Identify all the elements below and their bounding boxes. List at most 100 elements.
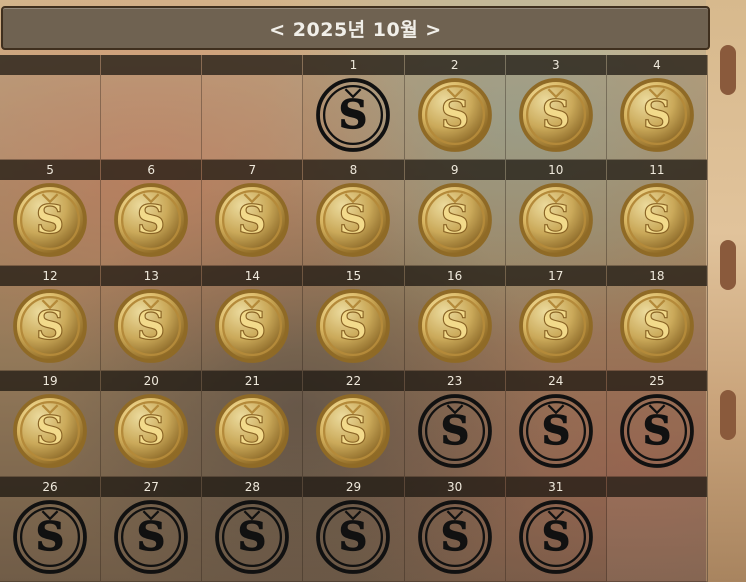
day-number: 26 — [0, 476, 101, 497]
calendar-day-cell[interactable]: 6 S — [101, 160, 203, 266]
calendar-day-cell[interactable]: 14 S — [202, 265, 304, 372]
day-number: 5 — [0, 160, 101, 181]
s-coin-icon: S — [417, 78, 492, 152]
month-header[interactable]: < 2025년 10월 > — [1, 6, 710, 50]
day-number: 3 — [505, 55, 606, 75]
s-coin-icon: S — [215, 499, 290, 574]
day-number: 6 — [101, 160, 202, 181]
day-number: 25 — [606, 371, 707, 392]
day-number: 18 — [606, 265, 707, 286]
calendar-day-cell[interactable]: 30 S — [404, 476, 506, 582]
svg-text:S: S — [541, 408, 570, 454]
svg-text:S: S — [440, 408, 469, 454]
s-coin-icon: S — [215, 288, 290, 363]
calendar-day-cell[interactable]: 13 S — [101, 265, 203, 372]
svg-text:S: S — [440, 197, 469, 243]
day-number — [606, 476, 707, 497]
day-number: 11 — [606, 160, 707, 181]
calendar-day-cell[interactable]: 29 S — [303, 476, 405, 582]
attendance-coin: S — [214, 182, 290, 258]
calendar-day-cell[interactable]: 19 S — [0, 371, 102, 477]
attendance-coin: S — [315, 77, 391, 153]
day-number: 16 — [404, 265, 505, 286]
s-coin-icon: S — [518, 78, 593, 152]
day-number: 27 — [101, 476, 202, 497]
svg-text:S: S — [137, 514, 166, 560]
svg-text:S: S — [137, 303, 166, 349]
calendar-day-cell[interactable]: 22 S — [303, 371, 405, 477]
calendar-day-cell[interactable]: 11 S — [606, 160, 708, 266]
attendance-coin: S — [417, 288, 493, 364]
attendance-coin: S — [12, 288, 88, 364]
calendar-day-cell[interactable]: 17 S — [505, 265, 607, 372]
calendar-day-cell[interactable]: 31 S — [505, 476, 607, 582]
svg-text:S: S — [36, 514, 65, 560]
attendance-coin: S — [417, 77, 493, 153]
calendar-day-cell — [101, 55, 203, 161]
svg-text:S: S — [541, 303, 570, 349]
calendar-day-cell[interactable]: 28 S — [202, 476, 304, 582]
attendance-coin: S — [113, 182, 189, 258]
attendance-coin: S — [518, 77, 594, 153]
attendance-coin: S — [315, 288, 391, 364]
day-number: 7 — [202, 160, 303, 181]
svg-text:S: S — [541, 514, 570, 560]
calendar-day-cell[interactable]: 18 S — [606, 265, 708, 372]
calendar-day-cell[interactable]: 25 S — [606, 371, 708, 477]
attendance-coin: S — [619, 77, 695, 153]
calendar-day-cell[interactable]: 10 S — [505, 160, 607, 266]
day-number — [0, 55, 101, 75]
s-coin-icon: S — [620, 394, 694, 469]
calendar-day-cell[interactable]: 15 S — [303, 265, 405, 372]
attendance-coin: S — [12, 393, 88, 469]
s-coin-icon: S — [13, 394, 87, 469]
calendar-day-cell[interactable]: 20 S — [101, 371, 203, 477]
calendar-day-cell[interactable]: 16 S — [404, 265, 506, 372]
svg-text:S: S — [440, 514, 469, 560]
calendar-day-cell[interactable]: 7 S — [202, 160, 304, 266]
s-coin-icon: S — [316, 499, 391, 574]
s-coin-icon: S — [518, 288, 593, 363]
day-number: 24 — [505, 371, 606, 392]
attendance-coin: S — [113, 288, 189, 364]
calendar-day-cell[interactable]: 12 S — [0, 265, 102, 372]
calendar-day-cell[interactable]: 26 S — [0, 476, 102, 582]
calendar-day-cell[interactable]: 1 S — [303, 55, 405, 161]
attendance-coin: S — [315, 182, 391, 258]
day-number: 19 — [0, 371, 101, 392]
calendar-day-cell[interactable]: 3 S — [505, 55, 607, 161]
calendar-day-cell[interactable]: 23 S — [404, 371, 506, 477]
svg-text:S: S — [36, 303, 65, 349]
calendar-day-cell[interactable]: 4 S — [606, 55, 708, 161]
svg-text:S: S — [137, 197, 166, 243]
day-number: 28 — [202, 476, 303, 497]
calendar-day-cell[interactable]: 27 S — [101, 476, 203, 582]
day-number: 4 — [606, 55, 707, 75]
calendar-day-cell[interactable]: 24 S — [505, 371, 607, 477]
svg-text:S: S — [36, 197, 65, 243]
s-coin-icon: S — [518, 499, 593, 574]
svg-text:S: S — [339, 197, 368, 243]
day-number: 17 — [505, 265, 606, 286]
day-number: 29 — [303, 476, 404, 497]
s-coin-icon: S — [114, 183, 189, 258]
attendance-coin: S — [12, 182, 88, 258]
calendar-day-cell[interactable]: 2 S — [404, 55, 506, 161]
day-number: 2 — [404, 55, 505, 75]
calendar-day-cell[interactable]: 9 S — [404, 160, 506, 266]
svg-text:S: S — [238, 408, 267, 454]
svg-text:S: S — [643, 303, 672, 349]
attendance-coin: S — [214, 393, 290, 469]
s-coin-icon: S — [215, 183, 290, 258]
day-number: 23 — [404, 371, 505, 392]
calendar-day-cell[interactable]: 8 S — [303, 160, 405, 266]
svg-text:S: S — [339, 92, 368, 138]
day-number: 10 — [505, 160, 606, 181]
s-coin-icon: S — [620, 78, 694, 152]
s-coin-icon: S — [518, 183, 593, 258]
calendar-day-cell[interactable]: 21 S — [202, 371, 304, 477]
calendar-day-cell — [202, 55, 304, 161]
s-coin-icon: S — [114, 499, 189, 574]
s-coin-icon: S — [316, 78, 391, 152]
calendar-day-cell[interactable]: 5 S — [0, 160, 102, 266]
